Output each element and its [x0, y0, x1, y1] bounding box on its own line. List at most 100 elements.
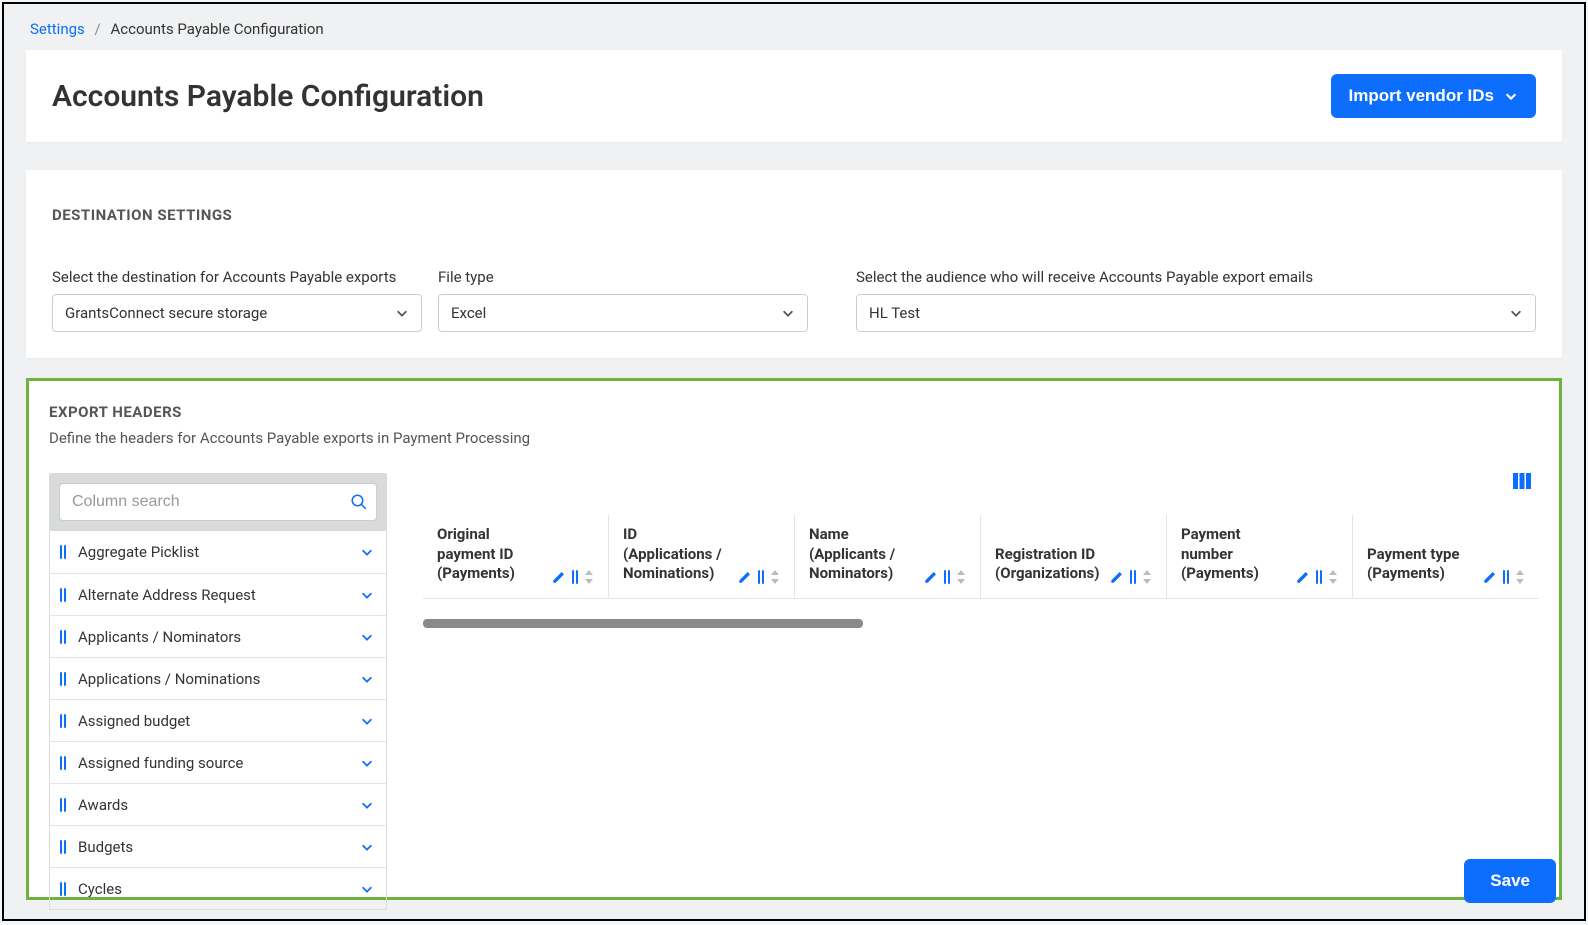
- header-cell: Registration ID (Organizations): [981, 515, 1167, 598]
- edit-icon[interactable]: [1296, 570, 1310, 584]
- drag-handle-icon[interactable]: [572, 570, 578, 584]
- sort-icon[interactable]: [1142, 570, 1152, 584]
- column-picker-button[interactable]: [1513, 473, 1531, 493]
- breadcrumb: Settings / Accounts Payable Configuratio…: [4, 4, 1584, 48]
- drag-handle-icon[interactable]: [60, 714, 68, 728]
- drag-handle-icon[interactable]: [60, 756, 68, 770]
- header-cell-title: Name (Applicants / Nominators): [809, 525, 916, 584]
- category-item[interactable]: Applicants / Nominators: [50, 615, 386, 657]
- category-item-label: Applications / Nominations: [78, 670, 360, 688]
- chevron-down-icon: [360, 588, 374, 602]
- drag-handle-icon[interactable]: [60, 672, 68, 686]
- drag-handle-icon[interactable]: [758, 570, 764, 584]
- destination-section-label: DESTINATION SETTINGS: [52, 206, 1536, 224]
- edit-icon[interactable]: [552, 570, 566, 584]
- audience-select-value: HL Test: [869, 304, 920, 322]
- category-item-label: Applicants / Nominators: [78, 628, 360, 646]
- audience-field-label: Select the audience who will receive Acc…: [856, 268, 1536, 286]
- audience-select[interactable]: HL Test: [856, 294, 1536, 332]
- chevron-down-icon: [360, 798, 374, 812]
- drag-handle-icon[interactable]: [1316, 570, 1322, 584]
- sort-icon[interactable]: [956, 570, 966, 584]
- category-item[interactable]: Alternate Address Request: [50, 573, 386, 615]
- category-item[interactable]: Applications / Nominations: [50, 657, 386, 699]
- category-item[interactable]: Cycles: [50, 867, 386, 909]
- header-cell-title: Payment type (Payments): [1367, 545, 1475, 584]
- header-cell-title: ID (Applications / Nominations): [623, 525, 730, 584]
- chevron-down-icon: [360, 840, 374, 854]
- filetype-select[interactable]: Excel: [438, 294, 808, 332]
- drag-handle-icon[interactable]: [1130, 570, 1136, 584]
- header-cell-actions: [924, 570, 966, 584]
- header-cell-actions: [552, 570, 594, 584]
- header-cell-actions: [738, 570, 780, 584]
- audience-field: Select the audience who will receive Acc…: [856, 268, 1536, 332]
- drag-handle-icon[interactable]: [60, 840, 68, 854]
- export-headers-section: EXPORT HEADERS Define the headers for Ac…: [26, 378, 1562, 900]
- drag-handle-icon[interactable]: [60, 630, 68, 644]
- header-cell-actions: [1110, 570, 1152, 584]
- drag-handle-icon[interactable]: [60, 882, 68, 896]
- drag-handle-icon[interactable]: [60, 798, 68, 812]
- destination-select-value: GrantsConnect secure storage: [65, 304, 267, 322]
- chevron-down-icon: [781, 306, 795, 320]
- header-cell: Name (Applicants / Nominators): [795, 515, 981, 598]
- filetype-field: File type Excel: [438, 268, 808, 332]
- page-header: Accounts Payable Configuration Import ve…: [26, 50, 1562, 142]
- column-panel: Aggregate Picklist Alternate Address Requ…: [49, 473, 387, 910]
- destination-field-label: Select the destination for Accounts Paya…: [52, 268, 422, 286]
- chevron-down-icon: [360, 672, 374, 686]
- category-item[interactable]: Awards: [50, 783, 386, 825]
- header-cell: ID (Applications / Nominations): [609, 515, 795, 598]
- column-search-input[interactable]: [72, 493, 350, 511]
- destination-select[interactable]: GrantsConnect secure storage: [52, 294, 422, 332]
- filetype-select-value: Excel: [451, 304, 486, 322]
- edit-icon[interactable]: [1110, 570, 1124, 584]
- breadcrumb-root-link[interactable]: Settings: [30, 20, 85, 38]
- edit-icon[interactable]: [1483, 570, 1497, 584]
- chevron-down-icon: [360, 545, 374, 559]
- header-cell: Payment number (Payments): [1167, 515, 1353, 598]
- search-wrapper: [49, 473, 387, 531]
- edit-icon[interactable]: [924, 570, 938, 584]
- column-search-box: [59, 483, 377, 521]
- drag-handle-icon[interactable]: [60, 545, 68, 559]
- import-vendor-ids-button[interactable]: Import vendor IDs: [1331, 74, 1536, 118]
- category-item[interactable]: Assigned budget: [50, 699, 386, 741]
- category-item[interactable]: Budgets: [50, 825, 386, 867]
- destination-field: Select the destination for Accounts Paya…: [52, 268, 422, 332]
- category-item-label: Alternate Address Request: [78, 586, 360, 604]
- columns-icon: [1513, 473, 1531, 489]
- drag-handle-icon[interactable]: [60, 588, 68, 602]
- drag-handle-icon[interactable]: [1503, 570, 1509, 584]
- save-button[interactable]: Save: [1464, 859, 1556, 903]
- headers-row: Original payment ID (Payments) ID (Applic…: [423, 515, 1539, 599]
- sort-icon[interactable]: [1328, 570, 1338, 584]
- drag-handle-icon[interactable]: [944, 570, 950, 584]
- import-vendor-ids-label: Import vendor IDs: [1349, 86, 1494, 106]
- chevron-down-icon: [360, 630, 374, 644]
- header-cell-title: Payment number (Payments): [1181, 525, 1288, 584]
- sort-icon[interactable]: [1515, 570, 1525, 584]
- edit-icon[interactable]: [738, 570, 752, 584]
- category-item[interactable]: Aggregate Picklist: [50, 531, 386, 573]
- sort-icon[interactable]: [584, 570, 594, 584]
- breadcrumb-separator: /: [89, 20, 107, 38]
- filetype-field-label: File type: [438, 268, 808, 286]
- category-item[interactable]: Assigned funding source: [50, 741, 386, 783]
- category-item-label: Awards: [78, 796, 360, 814]
- chevron-down-icon: [395, 306, 409, 320]
- category-item-label: Budgets: [78, 838, 360, 856]
- header-cell-title: Registration ID (Organizations): [995, 545, 1102, 584]
- header-cell: Original payment ID (Payments): [423, 515, 609, 598]
- headers-area: Original payment ID (Payments) ID (Applic…: [423, 473, 1539, 910]
- header-cell-actions: [1483, 570, 1525, 584]
- category-list: Aggregate Picklist Alternate Address Requ…: [49, 531, 387, 910]
- sort-icon[interactable]: [770, 570, 780, 584]
- horizontal-scrollbar[interactable]: [423, 619, 863, 628]
- breadcrumb-current: Accounts Payable Configuration: [110, 20, 323, 38]
- export-headers-subtitle: Define the headers for Accounts Payable …: [49, 429, 1539, 447]
- category-item-label: Cycles: [78, 880, 360, 898]
- header-cell-title: Original payment ID (Payments): [437, 525, 544, 584]
- page-title: Accounts Payable Configuration: [52, 79, 484, 114]
